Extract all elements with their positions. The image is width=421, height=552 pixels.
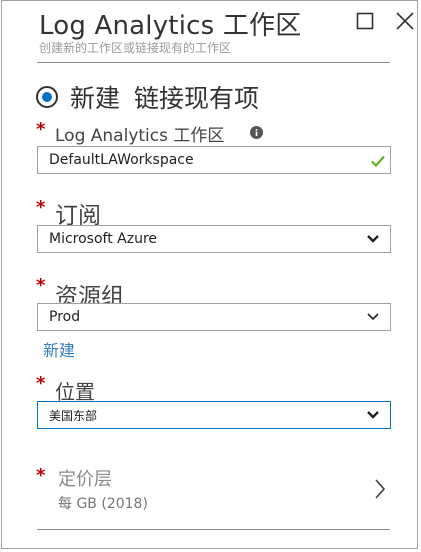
footer-divider <box>37 529 390 530</box>
blade-title: Log Analytics 工作区 <box>39 11 302 41</box>
chevron-down-icon <box>367 235 379 243</box>
subscription-value: Microsoft Azure <box>49 231 158 247</box>
header-divider <box>37 62 390 63</box>
location-value: 美国东部 <box>49 408 98 423</box>
pricing-tier-value: 每 GB (2018) <box>58 496 148 512</box>
close-icon <box>396 12 414 30</box>
radio-new-label[interactable]: 新建 <box>70 79 120 115</box>
resource-group-dropdown[interactable]: Prod <box>37 303 391 331</box>
resource-group-value: Prod <box>49 309 81 325</box>
radio-selected-dot <box>42 92 52 102</box>
chevron-down-icon <box>367 411 379 419</box>
radio-new[interactable] <box>36 86 58 108</box>
pricing-tier-label: 定价层 <box>58 469 112 490</box>
subscription-dropdown[interactable]: Microsoft Azure <box>37 225 391 253</box>
check-icon <box>371 155 385 167</box>
close-button[interactable] <box>394 10 416 32</box>
required-asterisk: * <box>36 197 46 218</box>
workspace-name-input[interactable]: DefaultLAWorkspace <box>37 146 391 174</box>
location-dropdown[interactable]: 美国东部 <box>37 401 391 429</box>
workspace-name-value: DefaultLAWorkspace <box>49 152 194 168</box>
maximize-button[interactable] <box>354 10 376 32</box>
mode-radio-group: 新建 链接现有项 <box>36 79 259 115</box>
radio-link-existing-label[interactable]: 链接现有项 <box>134 79 259 115</box>
chevron-right-icon <box>375 479 386 499</box>
required-asterisk: * <box>36 465 46 486</box>
info-icon[interactable] <box>250 126 263 139</box>
required-asterisk: * <box>36 119 46 140</box>
workspace-blade: Log Analytics 工作区 创建新的工作区或链接现有的工作区 新建 链接… <box>1 0 418 549</box>
blade-subtitle: 创建新的工作区或链接现有的工作区 <box>39 41 232 55</box>
chevron-down-icon <box>367 313 379 321</box>
required-asterisk: * <box>36 275 46 296</box>
required-asterisk: * <box>36 373 46 394</box>
maximize-icon <box>356 12 374 30</box>
create-resource-group-link[interactable]: 新建 <box>43 337 75 361</box>
workspace-label: Log Analytics 工作区 <box>55 126 225 146</box>
